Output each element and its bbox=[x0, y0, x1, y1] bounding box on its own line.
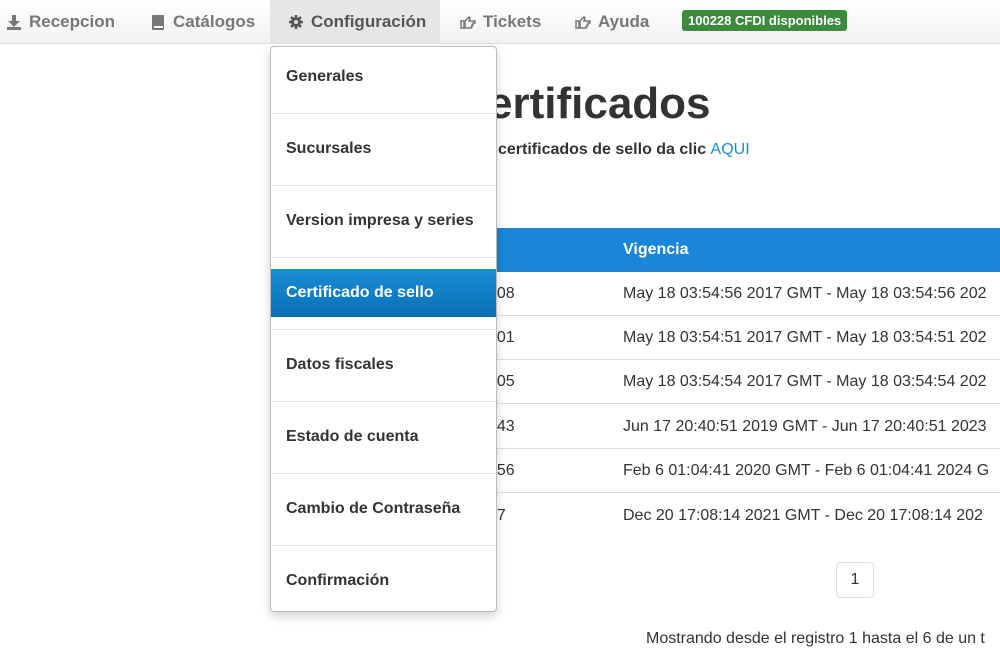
cfdi-available-badge: 100228 CFDI disponibles bbox=[682, 10, 848, 31]
menu-item-generales[interactable]: Generales bbox=[271, 53, 496, 101]
page-title: ertificados bbox=[488, 79, 711, 128]
menu-item-sucursales[interactable]: Sucursales bbox=[271, 125, 496, 173]
menu-divider bbox=[271, 185, 496, 186]
table-row[interactable]: 343 Jun 17 20:40:51 2019 GMT - Jun 17 20… bbox=[488, 405, 1000, 449]
nav-tickets-label: Tickets bbox=[483, 12, 542, 31]
table-row[interactable]: 056 Feb 6 01:04:41 2020 GMT - Feb 6 01:0… bbox=[488, 449, 1000, 493]
menu-divider bbox=[271, 545, 496, 546]
hand-right-icon bbox=[460, 14, 476, 30]
table-row[interactable]: 705 May 18 03:54:54 2017 GMT - May 18 03… bbox=[488, 360, 1000, 404]
menu-item-confirmacion[interactable]: Confirmación bbox=[271, 557, 496, 605]
menu-divider bbox=[271, 473, 496, 474]
book-icon bbox=[150, 14, 166, 30]
nav-configuracion-label: Configuración bbox=[311, 12, 427, 31]
table-header: Vigencia bbox=[488, 228, 1000, 272]
table-row[interactable]: 708 May 18 03:54:56 2017 GMT - May 18 03… bbox=[488, 272, 1000, 316]
hand-right-icon bbox=[575, 14, 591, 30]
nav-tickets[interactable]: Tickets bbox=[460, 0, 541, 44]
page-subtitle: certificados de sello da clic AQUI bbox=[498, 141, 750, 159]
menu-item-version-impresa[interactable]: Version impresa y series bbox=[271, 197, 496, 245]
menu-item-cambio-contrasena[interactable]: Cambio de Contraseña bbox=[271, 485, 496, 533]
nav-ayuda[interactable]: Ayuda bbox=[575, 0, 649, 44]
gear-icon bbox=[288, 14, 304, 30]
nav-ayuda-label: Ayuda bbox=[598, 12, 650, 31]
menu-item-certificado-sello[interactable]: Certificado de sello bbox=[271, 269, 496, 317]
nav-recepcion-label: Recepcion bbox=[29, 12, 115, 31]
cell-vigencia: May 18 03:54:56 2017 GMT - May 18 03:54:… bbox=[623, 285, 987, 302]
nav-catalogos-label: Catálogos bbox=[173, 12, 256, 31]
nav-catalogos[interactable]: Catálogos bbox=[150, 0, 255, 44]
top-navbar: Recepcion Catálogos Configuración Ticket… bbox=[0, 0, 1000, 44]
menu-divider bbox=[271, 329, 496, 330]
download-icon bbox=[6, 14, 22, 30]
nav-recepcion[interactable]: Recepcion bbox=[6, 0, 115, 44]
menu-divider bbox=[271, 401, 496, 402]
cell-vigencia: May 18 03:54:51 2017 GMT - May 18 03:54:… bbox=[623, 329, 987, 346]
nav-configuracion[interactable]: Configuración bbox=[270, 0, 440, 44]
menu-item-estado-cuenta[interactable]: Estado de cuenta bbox=[271, 413, 496, 461]
cell-vigencia: May 18 03:54:54 2017 GMT - May 18 03:54:… bbox=[623, 373, 987, 390]
menu-divider bbox=[271, 257, 496, 258]
table-row[interactable]: 27 Dec 20 17:08:14 2021 GMT - Dec 20 17:… bbox=[488, 494, 1000, 538]
menu-divider bbox=[271, 113, 496, 114]
subtitle-text: certificados de sello da clic bbox=[498, 141, 711, 158]
menu-item-datos-fiscales[interactable]: Datos fiscales bbox=[271, 341, 496, 389]
cell-vigencia: Jun 17 20:40:51 2019 GMT - Jun 17 20:40:… bbox=[623, 418, 987, 435]
table-row[interactable]: 701 May 18 03:54:51 2017 GMT - May 18 03… bbox=[488, 316, 1000, 360]
aqui-link[interactable]: AQUI bbox=[711, 141, 750, 158]
cell-vigencia: Feb 6 01:04:41 2020 GMT - Feb 6 01:04:41… bbox=[623, 462, 990, 479]
cell-vigencia: Dec 20 17:08:14 2021 GMT - Dec 20 17:08:… bbox=[623, 507, 983, 524]
column-header-vigencia[interactable]: Vigencia bbox=[623, 241, 689, 259]
records-info: Mostrando desde el registro 1 hasta el 6… bbox=[646, 630, 985, 647]
pagination-page-1[interactable]: 1 bbox=[836, 562, 874, 598]
configuracion-dropdown-menu: Generales Sucursales Version impresa y s… bbox=[270, 46, 497, 612]
